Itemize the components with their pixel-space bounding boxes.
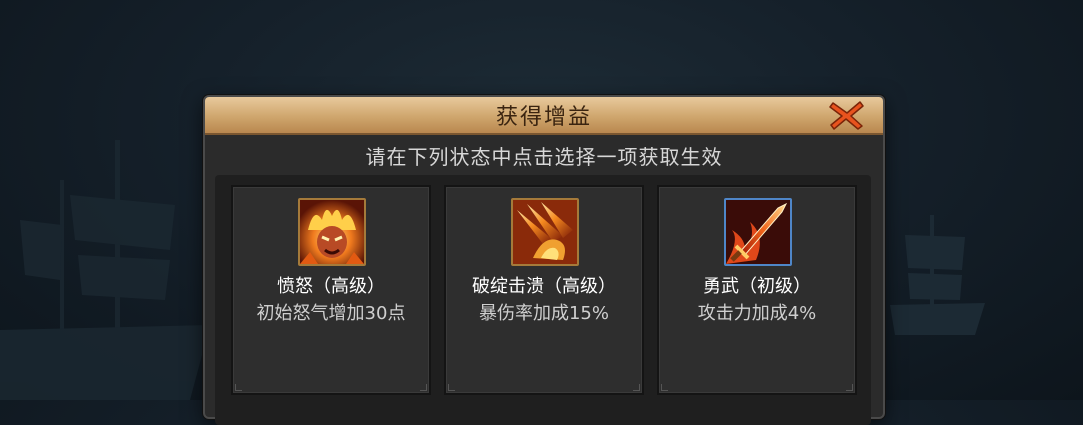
buff-description: 初始怒气增加30点 — [256, 303, 406, 324]
close-button[interactable] — [827, 99, 867, 131]
buff-name: 愤怒（高级） — [277, 276, 385, 297]
buff-description: 攻击力加成4% — [697, 303, 817, 324]
buff-dialog: 获得增益 请在下列状态中点击选择一项获取生效 愤怒（高级） 初始怒气增加30点 … — [203, 95, 885, 425]
card-corner-decoration — [633, 384, 640, 391]
card-corner-decoration — [846, 384, 853, 391]
flaming-claw-icon — [511, 198, 579, 266]
buff-card-flaw-break[interactable]: 破绽击溃（高级） 暴伤率加成15% — [444, 185, 644, 395]
buff-description: 暴伤率加成15% — [478, 303, 609, 324]
buff-card-list: 愤怒（高级） 初始怒气增加30点 破绽击溃（高级） 暴伤率加成15% 勇武（初级… — [215, 175, 871, 425]
card-corner-decoration — [661, 384, 668, 391]
card-corner-decoration — [235, 384, 242, 391]
ship-silhouette-right — [890, 215, 985, 335]
card-corner-decoration — [420, 384, 427, 391]
rage-face-icon — [298, 198, 366, 266]
ship-silhouette-left — [0, 140, 210, 400]
dialog-title: 获得增益 — [495, 105, 592, 130]
card-corner-decoration — [448, 384, 455, 391]
close-x-icon — [829, 101, 864, 130]
flaming-sword-icon — [724, 198, 792, 266]
dialog-instruction: 请在下列状态中点击选择一项获取生效 — [365, 145, 723, 169]
dialog-titlebar: 获得增益 — [205, 97, 883, 135]
buff-name: 勇武（初级） — [703, 276, 811, 297]
buff-card-rage[interactable]: 愤怒（高级） 初始怒气增加30点 — [231, 185, 431, 395]
buff-name: 破绽击溃（高级） — [472, 276, 616, 297]
buff-card-valor[interactable]: 勇武（初级） 攻击力加成4% — [657, 185, 857, 395]
